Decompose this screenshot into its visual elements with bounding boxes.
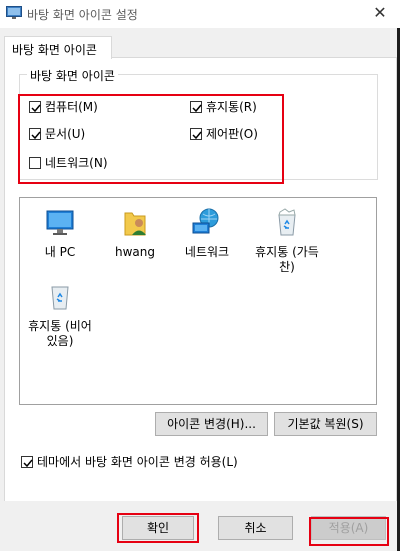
theme-allow-checkbox[interactable]: 테마에서 바탕 화면 아이콘 변경 허용(L) [21,453,238,470]
icon-list[interactable]: 내 PC hwang 네트워크 휴지통 (가득 찬) 휴지통 (비어 있음) [19,197,377,405]
icon-item-user[interactable]: hwang [101,206,169,260]
close-button[interactable]: ✕ [360,0,400,28]
recycle-bin-full-icon [278,208,296,236]
title-bar: 바탕 화면 아이콘 설정 ✕ [0,0,400,28]
groupbox-label: 바탕 화면 아이콘 [27,67,118,84]
icon-caption: 휴지통 (비어 있음) [28,319,92,348]
cancel-button[interactable]: 취소 [218,516,293,540]
apply-highlight [309,517,389,546]
recycle-bin-empty-icon [51,286,69,310]
user-folder-icon [124,212,146,236]
change-icon-button[interactable]: 아이콘 변경(H)... [155,412,268,436]
desktop-settings-icon [6,6,22,19]
icon-caption: 휴지통 (가득 찬) [255,245,319,274]
icon-item-pc[interactable]: 내 PC [26,206,94,260]
window-title: 바탕 화면 아이콘 설정 [27,8,138,22]
icon-item-recycle-empty[interactable]: 휴지통 (비어 있음) [26,280,94,349]
tab-desktop-icons[interactable]: 바탕 화면 아이콘 [4,36,112,59]
tab-label: 바탕 화면 아이콘 [12,43,97,57]
close-icon: ✕ [373,3,387,22]
icon-caption: hwang [115,245,155,259]
icon-caption: 네트워크 [184,245,230,259]
network-globe-icon [192,208,219,234]
icon-item-network[interactable]: 네트워크 [173,206,241,260]
checkbox-highlight [18,94,284,184]
restore-default-button[interactable]: 기본값 복원(S) [274,412,377,436]
monitor-icon [46,210,74,235]
icon-caption: 내 PC [44,245,76,259]
icon-item-recycle-full[interactable]: 휴지통 (가득 찬) [250,206,324,275]
checkbox-label: 테마에서 바탕 화면 아이콘 변경 허용(L) [37,455,238,469]
checkbox-box[interactable] [21,455,33,468]
ok-highlight [117,513,199,543]
checkmark-icon [23,459,33,467]
